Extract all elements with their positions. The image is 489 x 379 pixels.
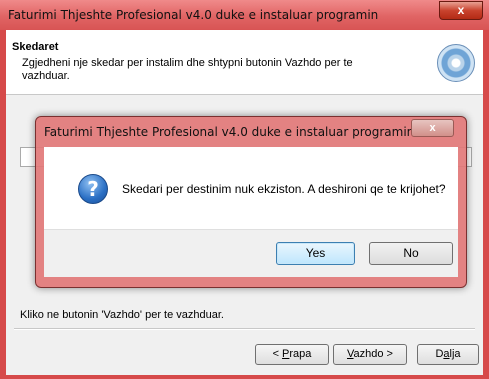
dialog-title: Faturimi Thjeshte Profesional v4.0 duke …: [44, 125, 415, 139]
back-button-prefix: <: [272, 348, 283, 360]
window-close-button[interactable]: x: [439, 1, 483, 20]
cd-icon: [437, 44, 475, 82]
no-button[interactable]: No: [369, 242, 453, 265]
dialog-message: Skedari per destinim nuk ekziston. A des…: [122, 182, 446, 196]
next-button[interactable]: Vazhdo >: [333, 344, 407, 365]
back-button-rest: rapa: [289, 348, 312, 360]
wizard-header: Skedaret Zgjedheni nje skedar per instal…: [6, 30, 483, 95]
footer-divider: [14, 328, 475, 330]
yes-button[interactable]: Yes: [276, 242, 355, 265]
page-title: Skedaret: [12, 41, 59, 53]
back-button[interactable]: < Prapa: [255, 344, 329, 365]
question-icon: ?: [78, 174, 108, 204]
instruction-text: Kliko ne butonin 'Vazhdo' per te vazhdua…: [20, 309, 224, 321]
title-bar[interactable]: Faturimi Thjeshte Profesional v4.0 duke …: [0, 0, 489, 30]
next-button-rest: azhdo >: [353, 348, 393, 360]
dialog-close-button[interactable]: x: [411, 119, 454, 137]
installer-window: Faturimi Thjeshte Profesional v4.0 duke …: [0, 0, 489, 379]
page-subtitle: Zgjedheni nje skedar per instalim dhe sh…: [22, 57, 353, 82]
exit-button[interactable]: Dalja: [417, 344, 479, 365]
confirm-dialog: Faturimi Thjeshte Profesional v4.0 duke …: [35, 116, 467, 288]
window-title: Faturimi Thjeshte Profesional v4.0 duke …: [8, 8, 379, 22]
exit-button-rest: lja: [449, 348, 461, 360]
dialog-footer: Yes No: [44, 229, 458, 277]
dialog-body: ? Skedari per destinim nuk ekziston. A d…: [44, 147, 458, 229]
